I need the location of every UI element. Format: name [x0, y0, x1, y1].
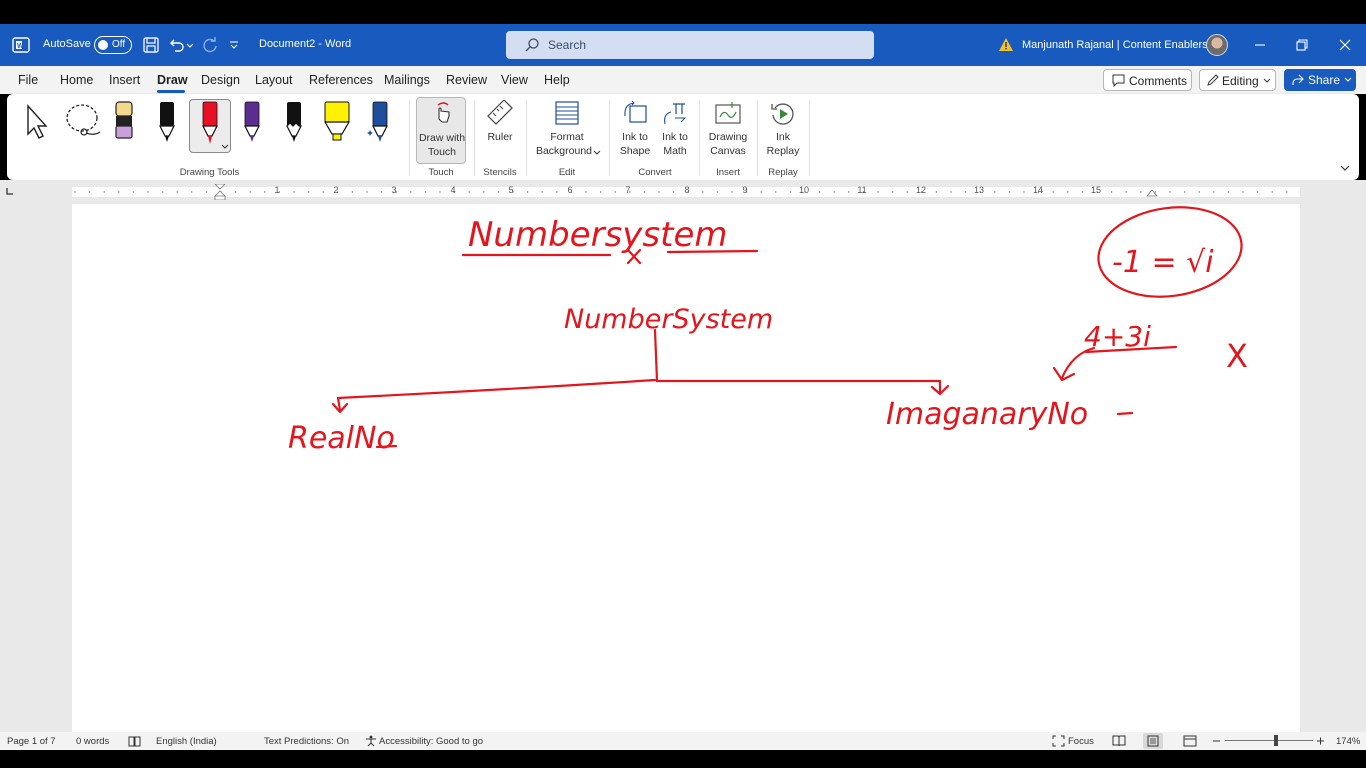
language-indicator[interactable]: English (India) [156, 736, 217, 747]
zoom-out-icon[interactable] [1212, 736, 1221, 746]
tree-right-branch [655, 379, 942, 394]
zoom-in-icon[interactable] [1316, 736, 1325, 746]
focus-icon [1052, 735, 1065, 747]
focus-button[interactable]: Focus [1068, 736, 1094, 747]
zoom-level[interactable]: 174% [1336, 736, 1360, 747]
tree-left-branch [336, 378, 657, 412]
ink-x-mark[interactable]: X [1226, 337, 1248, 375]
web-layout-icon[interactable] [1183, 735, 1197, 747]
accessibility-status[interactable]: Accessibility: Good to go [379, 736, 483, 747]
print-layout-icon [1147, 735, 1159, 747]
ink-formula[interactable]: -1 = √i [1112, 245, 1214, 280]
ink-imaginary-number[interactable]: ImaganaryNo [886, 397, 1088, 432]
zoom-slider-thumb[interactable] [1274, 735, 1278, 746]
word-window: W AutoSave Off Document2 - Word Search M… [0, 0, 1366, 768]
imaginary-number-underline [1116, 411, 1134, 416]
ink-title[interactable]: Numbersystem [468, 215, 728, 255]
print-layout-button[interactable] [1143, 733, 1163, 749]
text-predictions-status[interactable]: Text Predictions: On [264, 736, 349, 747]
ink-heading[interactable]: NumberSystem [564, 304, 773, 335]
accessibility-icon [366, 735, 376, 747]
tree-stem [653, 328, 659, 383]
read-mode-icon[interactable] [1112, 735, 1126, 747]
status-bar: Page 1 of 7 0 words English (India) Text… [0, 732, 1366, 750]
ink-real-number[interactable]: RealNo [288, 421, 395, 456]
word-count[interactable]: 0 words [76, 736, 109, 747]
page-indicator[interactable]: Page 1 of 7 [7, 736, 56, 747]
real-number-underline [375, 444, 398, 449]
ink-drawing-layer[interactable]: Numbersystem NumberSystem RealNo Imagana… [0, 0, 1366, 768]
zoom-slider-track[interactable] [1225, 740, 1313, 741]
proofing-book-icon[interactable] [128, 735, 141, 747]
